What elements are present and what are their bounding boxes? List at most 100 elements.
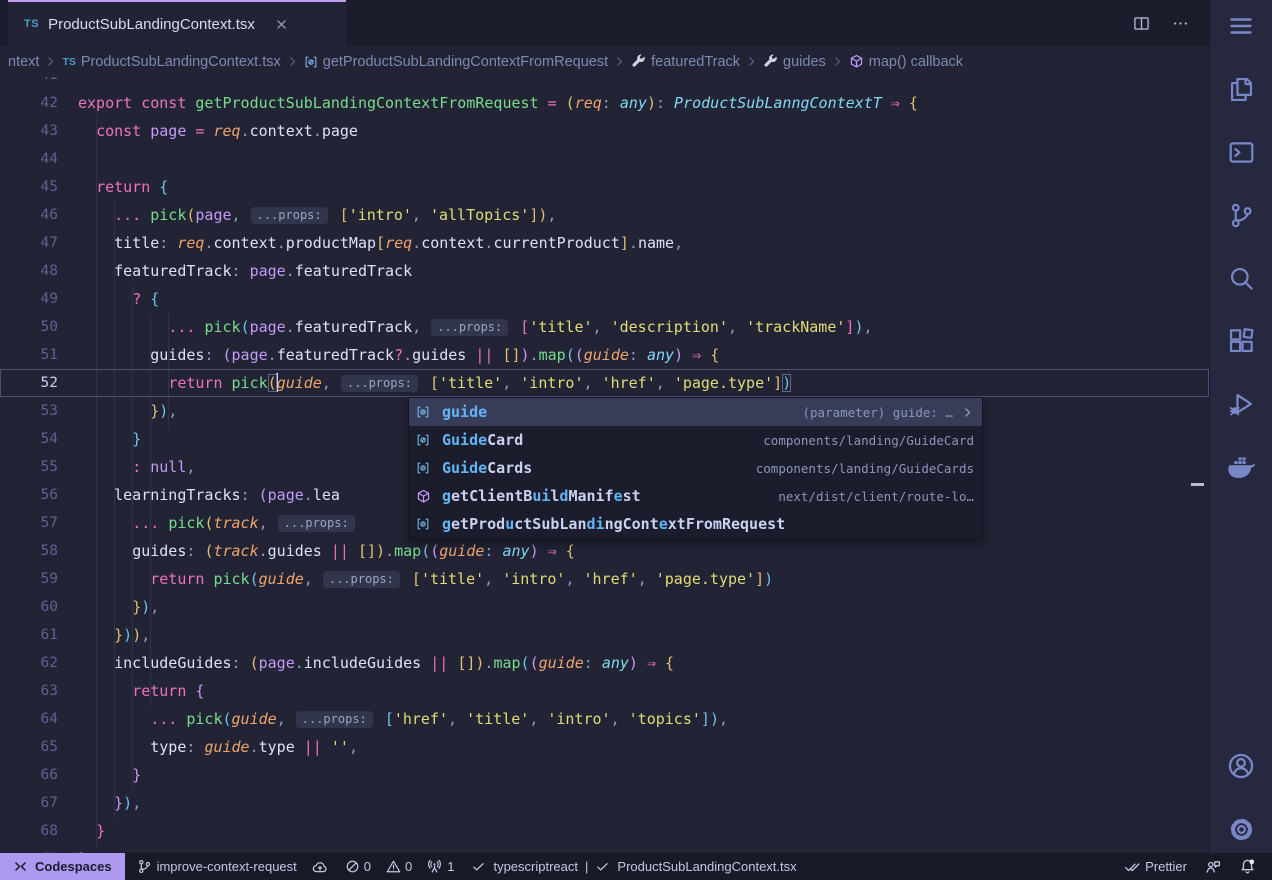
breadcrumb-item[interactable]: ntext	[8, 54, 39, 70]
symbol-module-icon	[416, 489, 442, 504]
code-line[interactable]: 58 guides: (track.guides || []).map((gui…	[0, 537, 1209, 565]
remote-indicator[interactable]: Codespaces	[0, 853, 125, 880]
code-line[interactable]: 52 return pick(guide, ...props: ['title'…	[0, 369, 1209, 397]
breadcrumb-label: getProductSubLandingContextFromRequest	[323, 54, 608, 70]
check-icon	[595, 859, 610, 874]
suggest-item[interactable]: getProductSubLandingContextFromRequest	[409, 510, 982, 538]
code-line[interactable]: 48 featuredTrack: page.featuredTrack	[0, 257, 1209, 285]
docker-icon[interactable]	[1217, 443, 1265, 491]
line-number: 53	[0, 397, 58, 425]
code-line[interactable]: 68 }	[0, 817, 1209, 845]
read-more-icon[interactable]	[961, 406, 974, 419]
bell-icon[interactable]	[1239, 858, 1256, 875]
broadcast-icon	[427, 859, 442, 874]
line-number: 65	[0, 733, 58, 761]
account-icon[interactable]	[1217, 742, 1265, 790]
code-line[interactable]: 42export const getProductSubLandingConte…	[0, 89, 1209, 117]
code-text: }),	[58, 593, 159, 621]
formatter-status[interactable]: Prettier	[1124, 859, 1187, 875]
code-line[interactable]: 62 includeGuides: (page.includeGuides ||…	[0, 649, 1209, 677]
code-line[interactable]: 49 ? {	[0, 285, 1209, 313]
code-text: guides: (page.featuredTrack?.guides || […	[58, 341, 719, 369]
line-number: 56	[0, 481, 58, 509]
suggest-item[interactable]: getClientBuildManifestnext/dist/client/r…	[409, 482, 982, 510]
code-line[interactable]: 47 title: req.context.productMap[req.con…	[0, 229, 1209, 257]
breadcrumb-item[interactable]: guides	[763, 54, 826, 70]
code-line[interactable]: 67 }),	[0, 789, 1209, 817]
code-text: }),	[58, 789, 141, 817]
suggest-detail: components/landing/GuideCards	[742, 461, 974, 476]
code-line[interactable]: 60 }),	[0, 593, 1209, 621]
code-line[interactable]: 63 return {	[0, 677, 1209, 705]
line-number: 62	[0, 649, 58, 677]
line-number: 43	[0, 117, 58, 145]
source-control-icon[interactable]	[1217, 191, 1265, 239]
breadcrumb-separator-icon	[44, 55, 57, 68]
close-icon[interactable]	[274, 17, 289, 32]
split-editor-icon[interactable]	[1133, 15, 1150, 32]
code-line[interactable]: 59 return pick(guide, ...props: ['title'…	[0, 565, 1209, 593]
code-line[interactable]: 61 })),	[0, 621, 1209, 649]
line-number: 54	[0, 425, 58, 453]
code-text: return pick(guide, ...props: ['title', '…	[58, 369, 791, 397]
suggest-item[interactable]: guide(parameter) guide: …	[409, 398, 982, 426]
breadcrumb-separator-icon	[745, 55, 758, 68]
line-number: 50	[0, 313, 58, 341]
language-status[interactable]: typescriptreact | ProductSubLandingConte…	[471, 859, 796, 874]
code-text: }	[58, 761, 141, 789]
breadcrumb-item[interactable]: getProductSubLandingContextFromRequest	[304, 54, 608, 70]
code-text: ... pick(guide, ...props: ['href', 'titl…	[58, 705, 728, 733]
branch-indicator[interactable]: improve-context-request	[137, 859, 297, 874]
suggest-item[interactable]: GuideCardcomponents/landing/GuideCard	[409, 426, 982, 454]
code-line[interactable]: 69}	[0, 845, 1209, 853]
tab-productsublandingcontext[interactable]: TS ProductSubLandingContext.tsx	[8, 0, 346, 46]
code-text: ... pick(page, ...props: ['intro', 'allT…	[58, 201, 556, 229]
ts-file-icon: TS	[62, 56, 75, 68]
error-count: 0	[364, 859, 371, 874]
ts-file-icon: TS	[24, 18, 39, 30]
tab-bar: TS ProductSubLandingContext.tsx	[0, 0, 1209, 46]
problems-indicator[interactable]: 0 0	[345, 859, 412, 874]
code-line[interactable]: 66 }	[0, 761, 1209, 789]
line-number: 59	[0, 565, 58, 593]
breadcrumb-separator-icon	[613, 55, 626, 68]
code-line[interactable]: 46 ... pick(page, ...props: ['intro', 'a…	[0, 201, 1209, 229]
sync-button[interactable]	[312, 859, 328, 875]
suggest-label: GuideCards	[442, 459, 532, 477]
code-line[interactable]: 43 const page = req.context.page	[0, 117, 1209, 145]
code-text: }),	[58, 397, 177, 425]
breadcrumb-item[interactable]: map() callback	[849, 54, 963, 70]
code-line[interactable]: 44	[0, 145, 1209, 173]
ports-indicator[interactable]: 1	[427, 859, 454, 874]
search-icon[interactable]	[1217, 254, 1265, 302]
line-number: 58	[0, 537, 58, 565]
feedback-icon[interactable]	[1205, 859, 1221, 875]
breadcrumb-item[interactable]: TSProductSubLandingContext.tsx	[62, 54, 280, 70]
run-debug-icon[interactable]	[1217, 380, 1265, 428]
breadcrumb: ntext TSProductSubLandingContext.tsx getPr…	[0, 46, 1209, 77]
more-actions-icon[interactable]	[1172, 15, 1189, 32]
menu-icon[interactable]	[1217, 2, 1265, 50]
line-number: 42	[0, 89, 58, 117]
line-number: 68	[0, 817, 58, 845]
terminal-icon[interactable]	[1217, 128, 1265, 176]
code-line[interactable]: 65 type: guide.type || '',	[0, 733, 1209, 761]
suggest-item[interactable]: GuideCards components/landing/GuideCards	[409, 454, 982, 482]
symbol-variable-icon	[416, 517, 442, 531]
line-number: 66	[0, 761, 58, 789]
suggest-detail: components/landing/GuideCard	[749, 433, 974, 448]
symbol-variable-icon	[416, 461, 442, 475]
extensions-icon[interactable]	[1217, 317, 1265, 365]
line-number: 51	[0, 341, 58, 369]
scrollbar-marker[interactable]	[1191, 483, 1204, 486]
code-line[interactable]: 64 ... pick(guide, ...props: ['href', 't…	[0, 705, 1209, 733]
code-line[interactable]: 50 ... pick(page.featuredTrack, ...props…	[0, 313, 1209, 341]
code-line[interactable]: 41	[0, 77, 1209, 89]
code-line[interactable]: 51 guides: (page.featuredTrack?.guides |…	[0, 341, 1209, 369]
inlay-hint-chip: ...props:	[296, 711, 373, 728]
settings-gear-icon[interactable]	[1217, 805, 1265, 853]
explorer-icon[interactable]	[1217, 65, 1265, 113]
breadcrumb-item[interactable]: featuredTrack	[631, 54, 740, 70]
code-line[interactable]: 45 return {	[0, 173, 1209, 201]
line-number: 41	[0, 77, 58, 89]
